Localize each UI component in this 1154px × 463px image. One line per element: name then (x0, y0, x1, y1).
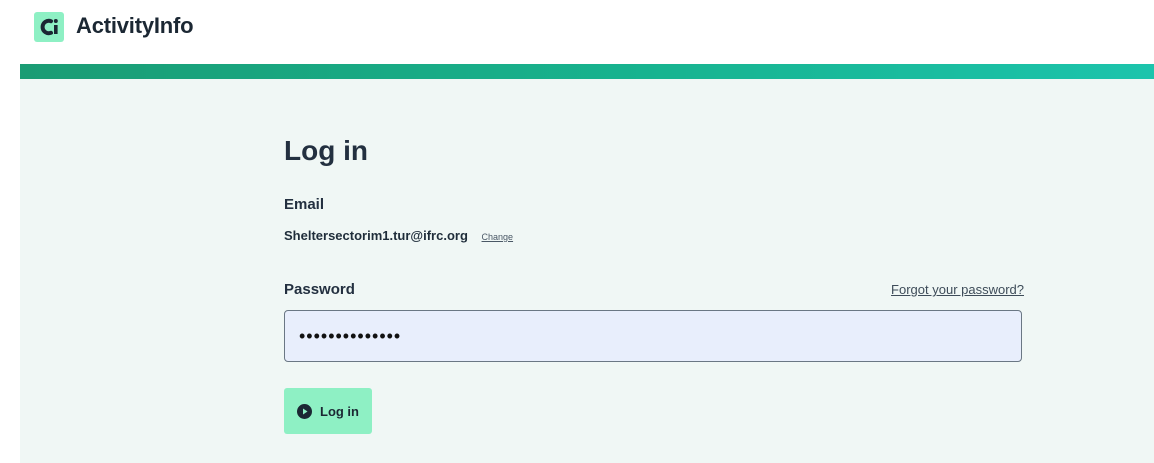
page-title: Log in (284, 135, 368, 166)
password-label: Password (284, 281, 355, 298)
login-button-label: Log in (320, 403, 359, 419)
login-panel (20, 79, 1154, 463)
app-header: ActivityInfo (0, 0, 1154, 64)
play-circle-icon (297, 403, 312, 419)
forgot-password-link[interactable]: Forgot your password? (891, 282, 1024, 298)
email-row: Sheltersectorim1.tur@ifrc.org Change (284, 227, 513, 246)
change-email-link[interactable]: Change (482, 232, 514, 242)
brand-name[interactable]: ActivityInfo (76, 12, 194, 40)
email-value: Sheltersectorim1.tur@ifrc.org (284, 228, 468, 243)
header-accent-stripe (20, 64, 1154, 79)
email-label: Email (284, 196, 325, 213)
login-button[interactable]: Log in (284, 388, 372, 434)
activityinfo-logo-icon[interactable] (34, 12, 64, 42)
password-field[interactable] (284, 310, 1022, 362)
